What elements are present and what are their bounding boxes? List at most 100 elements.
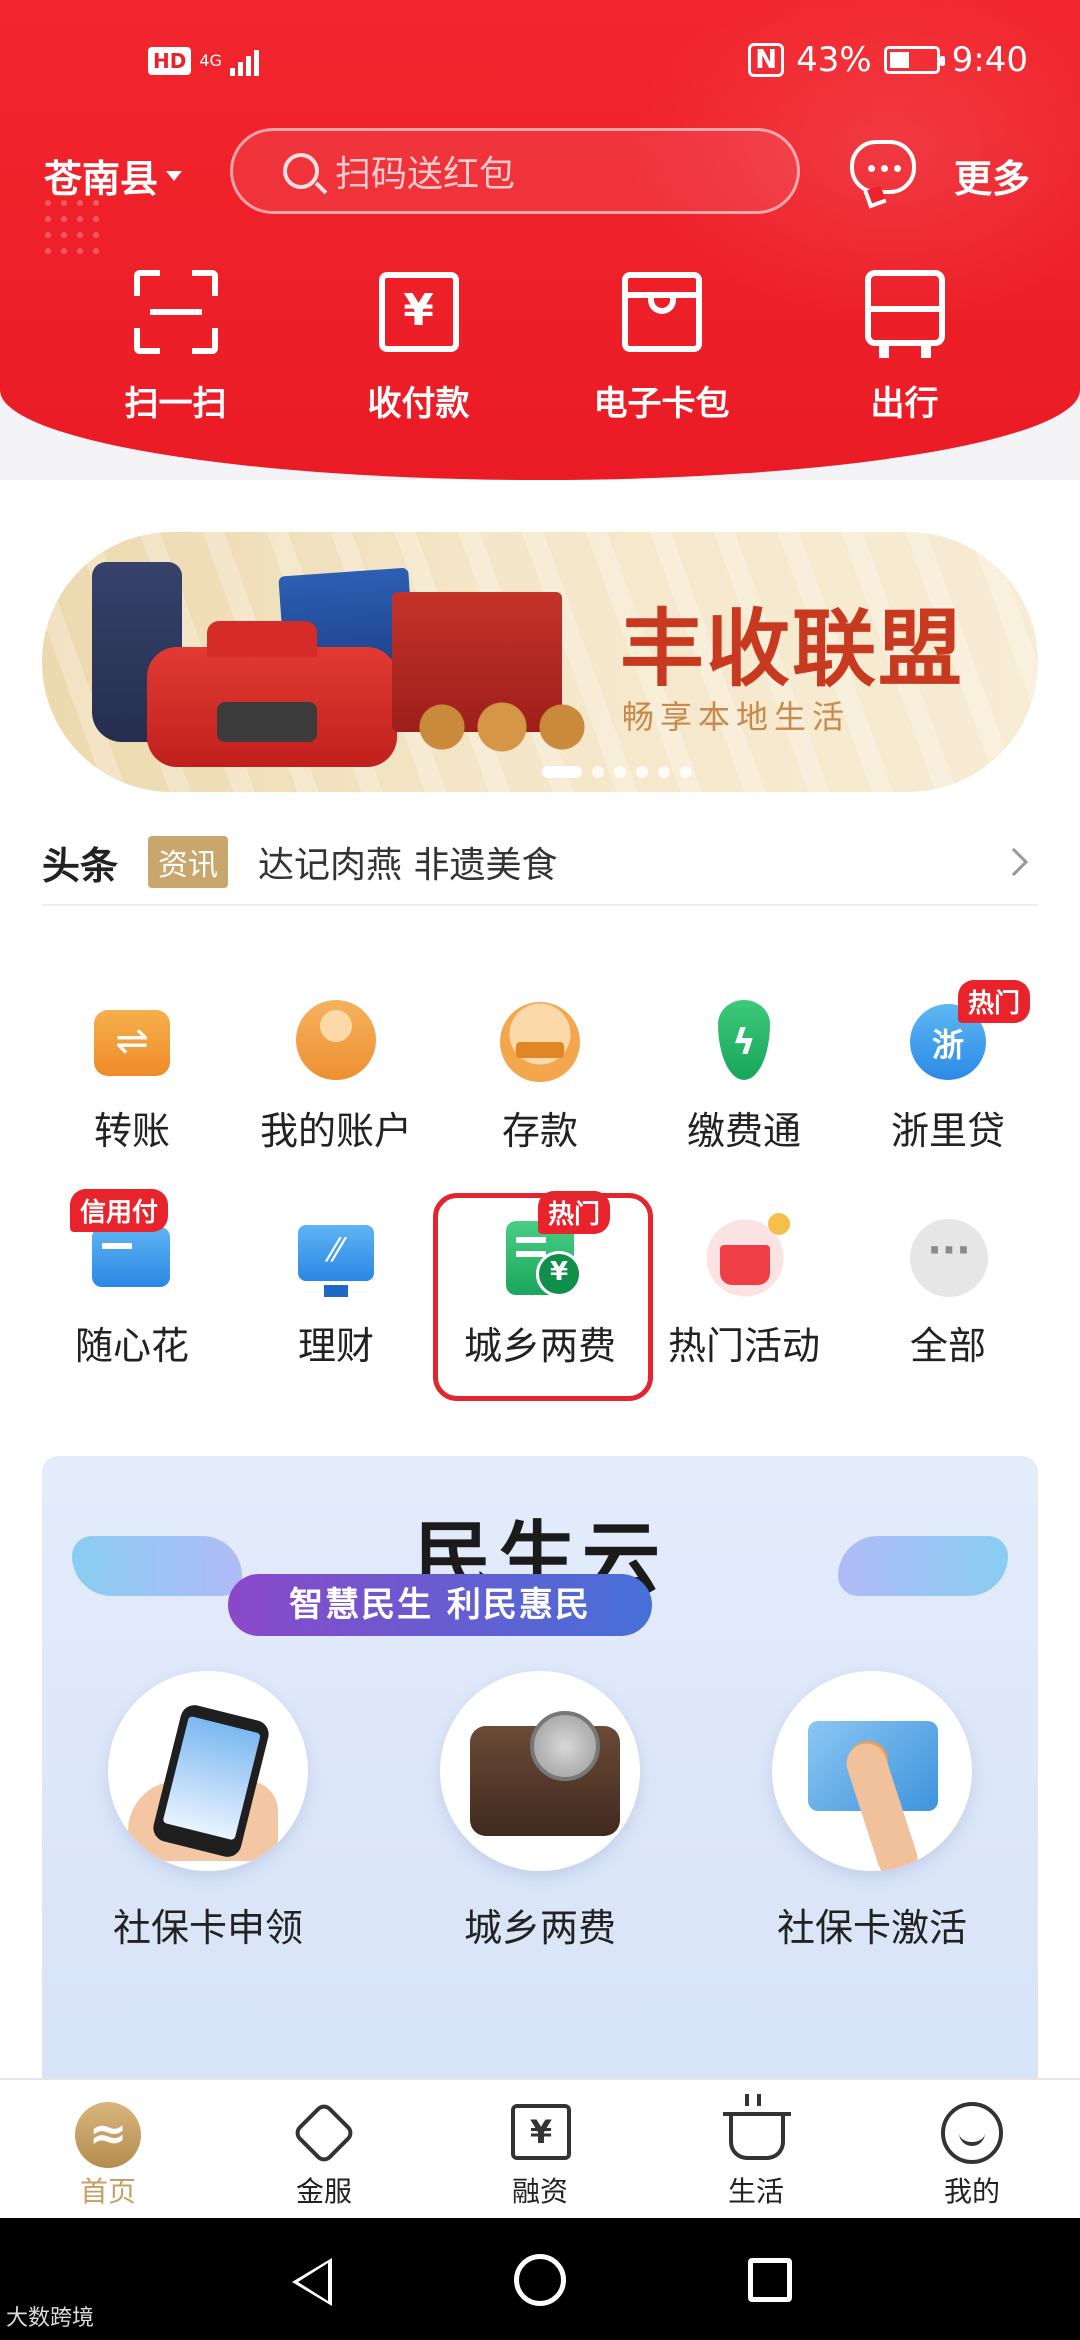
- tab-label: 金服: [295, 2175, 352, 2208]
- top-bar: 苍南县 扫码送红包 更多: [0, 128, 1080, 218]
- signal-icon: [229, 46, 259, 76]
- carousel-dot: [658, 766, 670, 778]
- quick-payment[interactable]: ¥ 收付款: [297, 270, 540, 425]
- tab-label: 融资: [511, 2175, 568, 2208]
- service-loan[interactable]: 热门 浙里贷: [846, 980, 1050, 1215]
- chevron-right-icon: [999, 847, 1029, 877]
- quick-scan[interactable]: 扫一扫: [54, 270, 297, 425]
- quick-label: 出行: [870, 384, 939, 424]
- tab-home[interactable]: 首页: [0, 2080, 216, 2218]
- quick-card-wallet[interactable]: 电子卡包: [540, 270, 783, 425]
- credit-badge: 信用付: [70, 1189, 169, 1232]
- watermark: 大数跨境: [6, 2306, 95, 2331]
- yen-icon: ¥: [377, 270, 461, 354]
- tab-financing[interactable]: ¥ 融资: [432, 2080, 648, 2218]
- status-right: N 43% 9:40: [748, 40, 1028, 80]
- recents-square-icon[interactable]: [748, 2258, 792, 2302]
- tab-label: 我的: [943, 2175, 1000, 2208]
- headline-bar[interactable]: 头条 资讯 达记肉燕 非遗美食: [42, 820, 1038, 906]
- region-selector[interactable]: 苍南县: [44, 148, 183, 203]
- tab-mine[interactable]: 我的: [864, 2080, 1080, 2218]
- transfer-icon: [90, 1000, 174, 1084]
- service-label: 浙里贷: [890, 1109, 1005, 1153]
- minsheng-label: 城乡两费: [463, 1906, 616, 1950]
- service-activities[interactable]: 热门活动: [642, 1213, 846, 1430]
- promo-banner[interactable]: 丰收联盟 畅享本地生活: [42, 532, 1038, 792]
- service-label: 全部: [909, 1324, 986, 1368]
- service-my-account[interactable]: 我的账户: [234, 1000, 438, 1215]
- home-circle-icon[interactable]: [514, 2254, 566, 2306]
- tab-label: 生活: [727, 2175, 784, 2208]
- tab-label: 首页: [79, 2175, 136, 2208]
- content: 丰收联盟 畅享本地生活 头条 资讯 达记肉燕 非遗美食 转账 我的账户 存款: [0, 480, 1080, 2096]
- pastry-image: [402, 692, 602, 762]
- caret-down-icon: [166, 170, 183, 181]
- bus-icon: [863, 270, 947, 358]
- card-wallet-icon: [620, 270, 704, 354]
- home-logo-icon: [73, 2100, 143, 2168]
- minsheng-items: 社保卡申领 城乡两费 社保卡激活: [42, 1671, 1038, 1952]
- carousel-dot: [592, 766, 604, 778]
- minsheng-cloud-section: 民生云 智慧民生 利民惠民 社保卡申领 城乡两费 社保卡激活: [42, 1456, 1038, 2096]
- more-button[interactable]: 更多: [954, 148, 1030, 203]
- message-icon[interactable]: [850, 140, 916, 194]
- carousel-dot: [542, 766, 582, 778]
- quick-label: 收付款: [367, 384, 470, 424]
- finance-icon: [294, 1215, 378, 1299]
- quick-actions: 扫一扫 ¥ 收付款 电子卡包 出行: [0, 270, 1080, 425]
- headline-tag: 资讯: [148, 836, 229, 888]
- service-label: 理财: [297, 1324, 374, 1368]
- carousel-dot: [680, 766, 692, 778]
- service-row: 转账 我的账户 存款 缴费通 热门 浙里贷: [30, 980, 1050, 1215]
- minsheng-label: 社保卡激活: [776, 1906, 967, 1950]
- region-label: 苍南县: [44, 157, 159, 201]
- clock: 9:40: [951, 40, 1028, 80]
- deposit-icon: [498, 1000, 582, 1084]
- yen-box-icon: ¥: [505, 2100, 575, 2164]
- service-label: 随心花: [74, 1324, 189, 1368]
- nfc-icon: N: [748, 43, 785, 77]
- carousel-indicator: [542, 766, 692, 778]
- hot-badge: 热门: [958, 980, 1031, 1023]
- search-bar[interactable]: 扫码送红包: [230, 128, 800, 214]
- banner-subtitle: 畅享本地生活: [622, 698, 851, 736]
- service-finance[interactable]: 理财: [234, 1215, 438, 1430]
- battery-icon: [883, 46, 945, 74]
- carousel-dot: [636, 766, 648, 778]
- service-label: 热门活动: [667, 1324, 820, 1368]
- header: HD 4G N 43% 9:40 苍南县 扫码送红包 更多 扫一扫 ¥ 收付款 …: [0, 0, 1080, 480]
- tab-financial-services[interactable]: 金服: [216, 2080, 432, 2218]
- headline-text: 达记肉燕 非遗美食: [258, 845, 558, 886]
- banner-title: 丰收联盟: [620, 600, 965, 698]
- highlight-frame: [433, 1193, 653, 1401]
- more-dots-icon: ···: [906, 1215, 990, 1299]
- phone-hand-icon: [108, 1671, 308, 1871]
- service-deposit[interactable]: 存款: [438, 1000, 642, 1215]
- wallet-icon: [440, 1671, 640, 1871]
- service-label: 缴费通: [686, 1109, 801, 1153]
- smile-icon: [937, 2100, 1007, 2164]
- status-left: HD 4G: [148, 46, 259, 76]
- quick-label: 电子卡包: [593, 384, 730, 424]
- service-all[interactable]: ··· 全部: [846, 1215, 1050, 1430]
- bottom-tab-bar: 首页 金服 ¥ 融资 生活 我的: [0, 2078, 1080, 2218]
- quick-travel[interactable]: 出行: [783, 270, 1026, 425]
- service-payment[interactable]: 缴费通: [642, 1000, 846, 1215]
- service-transfer[interactable]: 转账: [30, 1000, 234, 1215]
- service-label: 我的账户: [259, 1109, 412, 1153]
- cup-icon: [721, 2094, 791, 2164]
- payment-icon: [702, 1000, 786, 1084]
- service-credit[interactable]: 信用付 随心花: [30, 1189, 234, 1430]
- minsheng-social-card-apply[interactable]: 社保卡申领: [42, 1671, 374, 1952]
- service-grid: 转账 我的账户 存款 缴费通 热门 浙里贷 信用付: [30, 980, 1050, 1430]
- tab-life[interactable]: 生活: [648, 2080, 864, 2218]
- minsheng-social-card-activate[interactable]: 社保卡激活: [706, 1671, 1038, 1952]
- account-icon: [294, 1000, 378, 1084]
- back-icon[interactable]: [292, 2258, 332, 2306]
- section-slogan: 智慧民生 利民惠民: [228, 1574, 652, 1636]
- hd-badge: HD: [148, 47, 192, 75]
- minsheng-urban-rural-fees[interactable]: 城乡两费: [374, 1671, 706, 1952]
- search-icon: [283, 153, 319, 189]
- status-bar: HD 4G N 43% 9:40: [0, 40, 1080, 92]
- headline-title: 头条: [42, 843, 119, 888]
